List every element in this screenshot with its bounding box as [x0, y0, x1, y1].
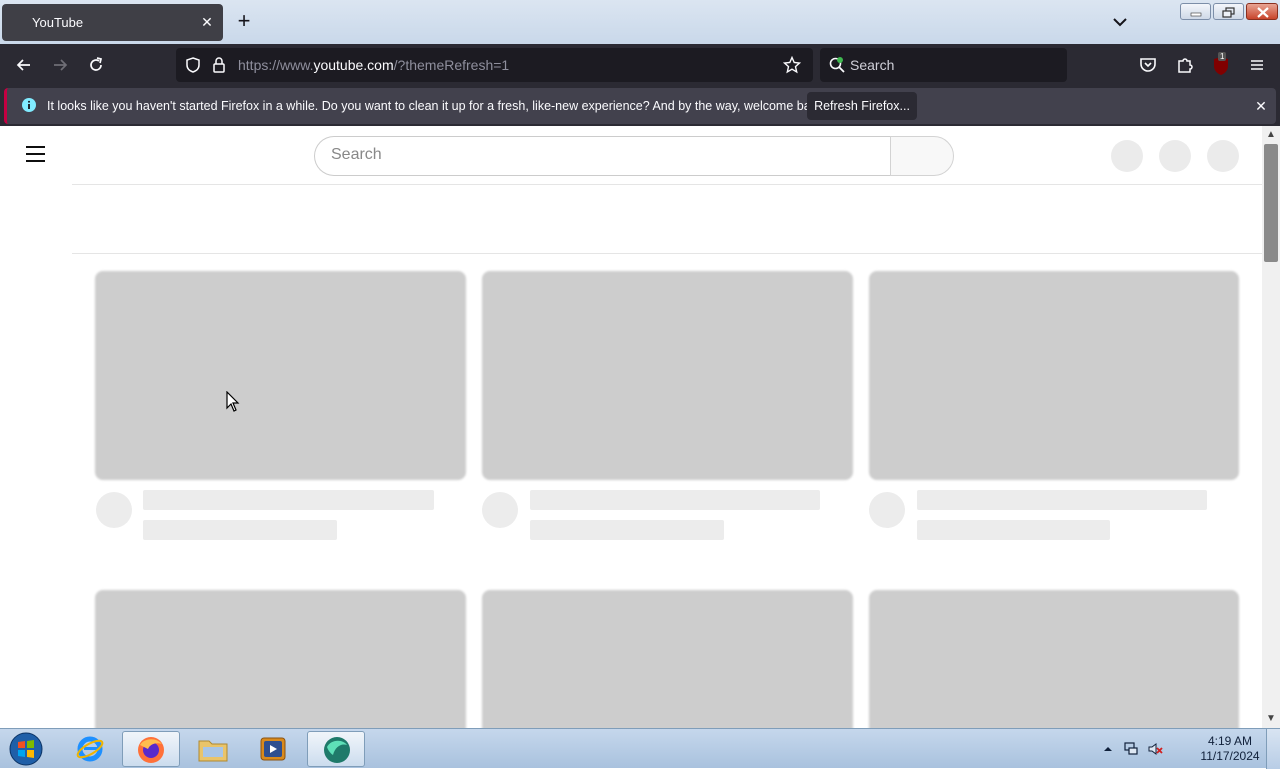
- restore-button[interactable]: [1213, 3, 1244, 20]
- video-thumbnail-skeleton[interactable]: [869, 271, 1239, 480]
- url-text[interactable]: https://www.youtube.com/?themeRefresh=1: [238, 57, 509, 73]
- clock-time: 4:19 AM: [1207, 734, 1253, 748]
- url-bar[interactable]: https://www.youtube.com/?themeRefresh=1: [176, 48, 813, 82]
- youtube-page: [0, 126, 1262, 728]
- title-skeleton: [530, 490, 820, 510]
- taskbar-file-explorer[interactable]: [184, 731, 242, 767]
- tab-strip: YouTube ✕ +: [0, 0, 1280, 44]
- show-desktop-button[interactable]: [1266, 729, 1280, 769]
- new-tab-button[interactable]: +: [233, 10, 255, 33]
- system-clock[interactable]: 4:19 AM 11/17/2024: [1190, 734, 1270, 764]
- web-search-bar[interactable]: Search: [820, 48, 1067, 82]
- notification-box: It looks like you haven't started Firefo…: [4, 88, 1276, 124]
- guide-menu-icon[interactable]: [26, 146, 46, 162]
- meta-skeleton: [530, 520, 724, 540]
- youtube-search-button[interactable]: [890, 136, 954, 176]
- url-prefix: https://www.: [238, 57, 314, 73]
- meta-skeleton: [917, 520, 1110, 540]
- bookmark-star-icon[interactable]: [783, 56, 801, 74]
- header-skeleton-button: [1159, 140, 1191, 172]
- show-hidden-icons-icon[interactable]: [1100, 741, 1116, 757]
- mouse-cursor-icon: [226, 391, 240, 412]
- firefox-icon: [138, 737, 164, 763]
- scroll-up-icon[interactable]: ▲: [1265, 129, 1277, 141]
- forward-icon[interactable]: [50, 55, 70, 75]
- taskbar-green-app[interactable]: [307, 731, 365, 767]
- video-thumbnail-skeleton[interactable]: [482, 590, 853, 728]
- clock-date: 11/17/2024: [1200, 749, 1260, 763]
- menu-line: [26, 153, 45, 155]
- back-icon[interactable]: [14, 55, 34, 75]
- tab-youtube[interactable]: YouTube ✕: [2, 4, 223, 41]
- header-divider: [72, 184, 1262, 185]
- info-icon: [22, 98, 36, 112]
- navigation-toolbar: https://www.youtube.com/?themeRefresh=1 …: [0, 44, 1280, 86]
- menu-line: [26, 160, 45, 162]
- green-app-icon: [324, 737, 350, 763]
- refresh-firefox-button[interactable]: Refresh Firefox...: [807, 92, 917, 120]
- list-all-tabs-icon[interactable]: [1110, 12, 1130, 32]
- lock-icon[interactable]: [211, 56, 227, 74]
- video-thumbnail-skeleton[interactable]: [95, 271, 466, 480]
- taskbar-internet-explorer[interactable]: [61, 731, 119, 767]
- volume-muted-icon[interactable]: [1147, 741, 1163, 757]
- extension-badge: 1: [1218, 52, 1227, 61]
- folder-icon: [198, 740, 228, 762]
- taskbar-firefox[interactable]: [122, 731, 180, 767]
- app-menu-icon[interactable]: [1247, 55, 1267, 75]
- channel-avatar-skeleton: [96, 492, 132, 528]
- url-path: /?themeRefresh=1: [393, 57, 510, 73]
- url-host: youtube.com: [313, 57, 394, 73]
- notification-message: It looks like you haven't started Firefo…: [47, 99, 827, 113]
- ublock-extension-button[interactable]: 1: [1210, 52, 1234, 78]
- channel-avatar-skeleton: [482, 492, 518, 528]
- title-skeleton: [917, 490, 1207, 510]
- meta-skeleton: [143, 520, 337, 540]
- internet-explorer-icon: [76, 736, 104, 762]
- search-engine-icon[interactable]: [828, 56, 846, 74]
- window-close-button[interactable]: [1246, 3, 1278, 20]
- scroll-down-icon[interactable]: ▼: [1265, 713, 1277, 725]
- web-search-placeholder: Search: [850, 57, 895, 73]
- start-orb-icon[interactable]: [6, 731, 46, 767]
- scroll-thumb[interactable]: [1264, 144, 1278, 262]
- video-thumbnail-skeleton[interactable]: [95, 590, 466, 728]
- video-thumbnail-skeleton[interactable]: [482, 271, 853, 480]
- notification-bar: It looks like you haven't started Firefo…: [0, 86, 1280, 126]
- video-thumbnail-skeleton[interactable]: [869, 590, 1239, 728]
- chips-divider: [72, 253, 1262, 254]
- tab-title: YouTube: [32, 15, 84, 30]
- header-skeleton-button: [1111, 140, 1143, 172]
- header-skeleton-avatar: [1207, 140, 1239, 172]
- tab-close-icon[interactable]: ✕: [199, 14, 215, 30]
- youtube-search-input[interactable]: [331, 146, 851, 164]
- channel-avatar-skeleton: [869, 492, 905, 528]
- title-skeleton: [143, 490, 434, 510]
- notification-close-icon[interactable]: ✕: [1251, 96, 1271, 116]
- reload-icon[interactable]: [86, 55, 106, 75]
- shield-icon[interactable]: [184, 56, 202, 74]
- network-icon[interactable]: [1123, 741, 1139, 757]
- pocket-icon[interactable]: [1138, 55, 1158, 75]
- taskbar-media-player[interactable]: [245, 731, 303, 767]
- page-scrollbar[interactable]: ▲ ▼: [1262, 126, 1280, 728]
- youtube-search-box[interactable]: [314, 136, 891, 176]
- media-player-icon: [260, 737, 286, 761]
- minimize-button[interactable]: [1180, 3, 1211, 20]
- extensions-icon[interactable]: [1175, 55, 1195, 75]
- windows-taskbar: 4:19 AM 11/17/2024: [0, 728, 1280, 769]
- menu-line: [26, 146, 45, 148]
